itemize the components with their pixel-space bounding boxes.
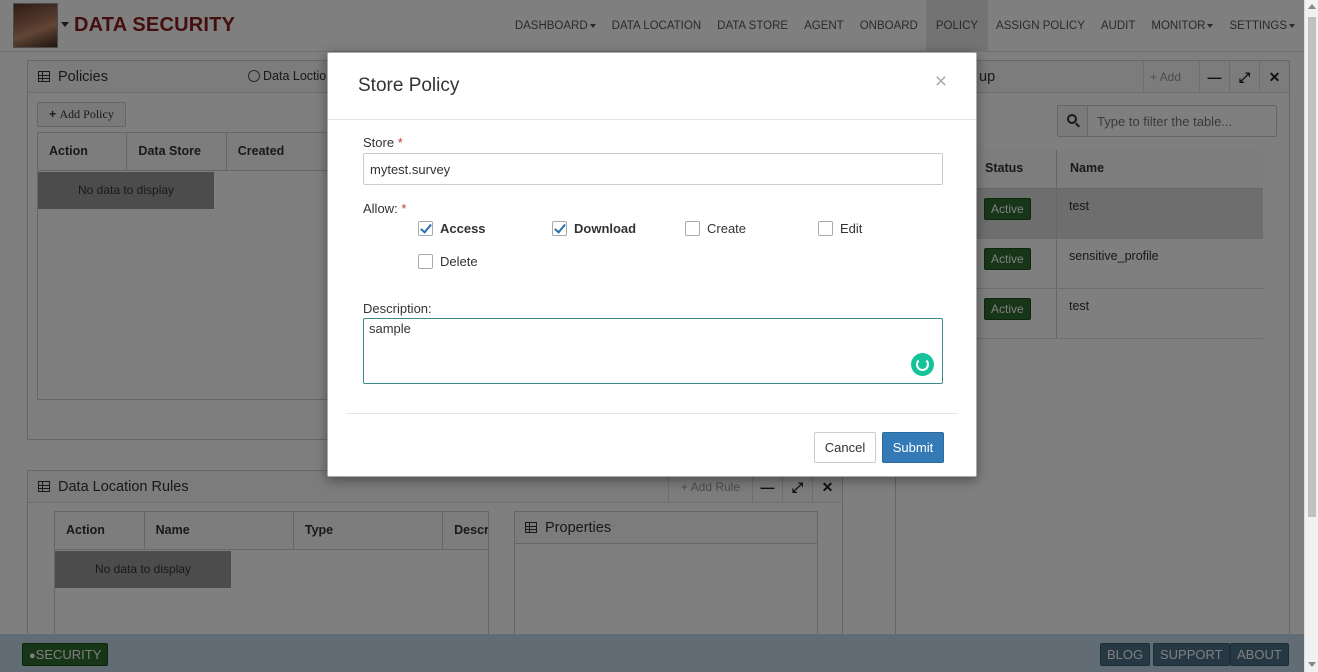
description-label: Description: bbox=[363, 301, 432, 316]
page-scrollbar[interactable] bbox=[1304, 0, 1318, 672]
checkbox-label: Create bbox=[707, 221, 747, 236]
required-mark: * bbox=[401, 201, 407, 216]
access-checkbox[interactable]: Access bbox=[418, 221, 486, 236]
modal-header: Store Policy × bbox=[328, 53, 976, 120]
checkbox-checked-icon[interactable] bbox=[552, 221, 567, 236]
footer-divider bbox=[346, 413, 958, 414]
close-icon[interactable]: × bbox=[935, 71, 947, 92]
checkbox-checked-icon[interactable] bbox=[418, 221, 433, 236]
create-checkbox[interactable]: Create bbox=[685, 221, 746, 236]
store-input[interactable] bbox=[363, 153, 943, 185]
delete-checkbox[interactable]: Delete bbox=[418, 254, 478, 269]
allow-label: Allow: * bbox=[363, 201, 406, 216]
cancel-button[interactable]: Cancel bbox=[814, 432, 876, 463]
store-label: Store * bbox=[363, 135, 403, 150]
checkbox-label: Delete bbox=[440, 254, 478, 269]
download-checkbox[interactable]: Download bbox=[552, 221, 636, 236]
modal-title: Store Policy bbox=[358, 75, 460, 96]
checkbox-unchecked-icon[interactable] bbox=[818, 221, 833, 236]
label-text: Allow: bbox=[363, 201, 398, 216]
label-text: Store bbox=[363, 135, 395, 150]
submit-button[interactable]: Submit bbox=[882, 432, 944, 463]
checkbox-label: Edit bbox=[840, 221, 863, 236]
store-policy-dialog: Store Policy × Store * Allow: * Access D… bbox=[327, 52, 977, 477]
scroll-up-icon[interactable] bbox=[1308, 4, 1316, 9]
checkbox-unchecked-icon[interactable] bbox=[685, 221, 700, 236]
scroll-thumb[interactable] bbox=[1308, 17, 1316, 517]
checkbox-label: Download bbox=[574, 221, 637, 236]
grammar-assistant-icon[interactable] bbox=[911, 353, 934, 376]
required-mark: * bbox=[397, 135, 403, 150]
checkbox-unchecked-icon[interactable] bbox=[418, 254, 433, 269]
description-textarea[interactable]: sample bbox=[363, 318, 943, 384]
edit-checkbox[interactable]: Edit bbox=[818, 221, 862, 236]
scroll-down-icon[interactable] bbox=[1308, 662, 1316, 667]
checkbox-label: Access bbox=[440, 221, 486, 236]
